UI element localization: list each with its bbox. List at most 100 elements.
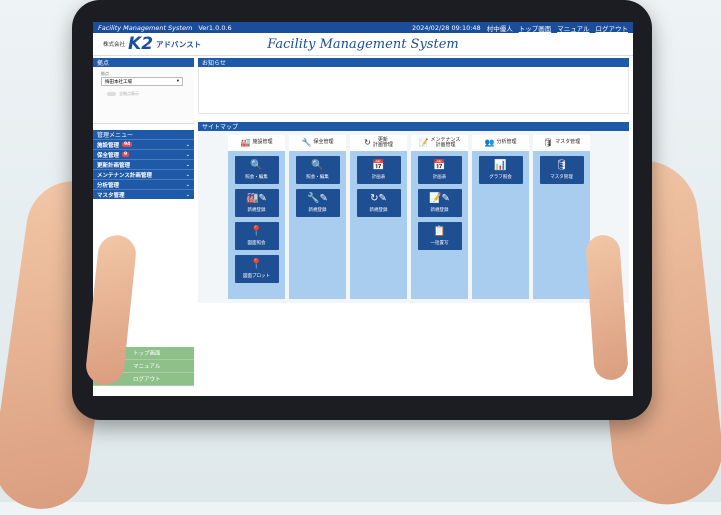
tile-label: 照会・編集: [306, 174, 329, 180]
factory-edit-icon: 🏭✎: [246, 192, 267, 204]
tile-label: 図面プロット: [243, 273, 270, 279]
menu-item-facility[interactable]: 施設管理 94 ⌄: [93, 139, 194, 149]
notice-header: お知らせ: [198, 58, 629, 67]
all-base-toggle[interactable]: 全拠点表示: [101, 91, 186, 97]
wrench-edit-icon: 🔧✎: [307, 192, 328, 204]
menu-item-master[interactable]: マスタ管理 ⌄: [93, 189, 194, 199]
tile-label: 新規登録: [308, 207, 327, 213]
calendar-icon: 📅: [433, 159, 446, 171]
column-header: 🏭 施設管理: [228, 135, 285, 151]
menu-item-analysis[interactable]: 分析管理 ⌄: [93, 179, 194, 189]
tile-master[interactable]: 🛢 マスタ管理: [539, 156, 584, 184]
tile-label: 照会・編集: [245, 174, 268, 180]
refresh-icon: ↻: [364, 137, 371, 147]
sitemap-column-maintenance: 🔧 保全管理 🔍 照会・編集 🔧✎ 新規登録: [289, 135, 346, 299]
column-title: マスタ管理: [555, 139, 581, 146]
count-badge: 9: [122, 152, 130, 157]
checklist-edit-icon: 📝✎: [429, 192, 450, 204]
map-pin-icon: 📍: [250, 225, 263, 237]
tile-renewal-plan-new[interactable]: ↻✎ 新規登録: [356, 189, 401, 217]
column-title: メンテナンス 計画管理: [430, 136, 461, 148]
chevron-down-icon: ⌄: [185, 151, 190, 158]
page-header: 株式会社 K2 アドバンスト Facility Management Syste…: [93, 33, 633, 56]
tile-maintenance-new[interactable]: 🔧✎ 新規登録: [295, 189, 340, 217]
column-title: 施設管理: [252, 139, 273, 146]
column-title: 保全管理: [313, 139, 334, 146]
column-header: 📝 メンテナンス 計画管理: [411, 135, 468, 151]
tile-label: 新規登録: [369, 207, 388, 213]
tile-renewal-plan-table[interactable]: 📅 計画表: [356, 156, 401, 184]
sitemap-column-facility: 🏭 施設管理 🔍 照会・編集 🏭✎ 新規登録 📍 図面照会 📍 図面プロット: [228, 135, 285, 299]
column-header: 🔧 保全管理: [289, 135, 346, 151]
tile-label: グラフ照会: [489, 174, 512, 180]
sitemap-panel: 🏭 施設管理 🔍 照会・編集 🏭✎ 新規登録 📍 図面照会 📍 図面プロット 🔧 保全管…: [198, 131, 629, 303]
menu-header: 管理メニュー: [93, 130, 194, 139]
factory-icon: 🏭: [240, 137, 251, 147]
column-header: ↻ 更新 計画管理: [350, 135, 407, 151]
sitemap-column-maintenance-plan: 📝 メンテナンス 計画管理 📅 計画表 📝✎ 新規登録 📋 一括置写: [411, 135, 468, 299]
analysis-icon: 👥: [484, 137, 495, 147]
menu-item-maintenance-plan[interactable]: メンテナンス計画管理 ⌄: [93, 169, 194, 179]
tile-maint-plan-copy[interactable]: 📋 一括置写: [417, 222, 462, 250]
sitemap-header: サイトマップ: [198, 122, 629, 131]
tile-maint-plan-new[interactable]: 📝✎ 新規登録: [417, 189, 462, 217]
toggle-label: 全拠点表示: [119, 91, 139, 96]
bar-chart-icon: 📊: [494, 159, 507, 171]
toggle-switch[interactable]: [107, 92, 116, 96]
tile-facility-new[interactable]: 🏭✎ 新規登録: [234, 189, 279, 217]
tile-label: 図面照会: [247, 240, 266, 246]
version-label: Ver1.0.0.6: [198, 23, 232, 32]
chevron-down-icon: ⌄: [185, 161, 190, 168]
copy-icon: 📋: [433, 225, 446, 237]
menu-item-label: 更新計画管理: [97, 162, 131, 169]
notice-panel: [198, 67, 629, 114]
column-header: 🛢 マスタ管理: [533, 135, 590, 151]
tile-label: 新規登録: [430, 207, 449, 213]
top-link-manual[interactable]: マニュアル: [557, 23, 589, 33]
menu-item-maintenance[interactable]: 保全管理 9 ⌄: [93, 149, 194, 159]
top-link-logout[interactable]: ログアウト: [596, 23, 629, 33]
tile-label: 一括置写: [430, 240, 449, 246]
sitemap-column-analysis: 👥 分析管理 📊 グラフ照会: [472, 135, 529, 299]
base-select-value: 梅田本社工場: [105, 79, 132, 85]
chevron-down-icon: ⌄: [185, 181, 190, 188]
menu-item-label: 分析管理: [97, 182, 120, 189]
wrench-icon: 🔧: [301, 137, 312, 147]
top-bar: Facility Management System Ver1.0.0.6 20…: [93, 22, 633, 33]
tile-maint-plan-table[interactable]: 📅 計画表: [417, 156, 462, 184]
menu-item-label: マスタ管理: [97, 192, 125, 199]
chevron-down-icon: ▾: [176, 79, 179, 84]
tile-maintenance-search[interactable]: 🔍 照会・編集: [295, 156, 340, 184]
chevron-down-icon: ⌄: [185, 141, 190, 148]
user-name: 村中優人: [486, 24, 513, 33]
menu-item-renewal-plan[interactable]: 更新計画管理 ⌄: [93, 159, 194, 169]
search-icon: 🔍: [250, 159, 263, 171]
chevron-down-icon: ⌄: [185, 171, 190, 178]
app-screen: Facility Management System Ver1.0.0.6 20…: [93, 22, 633, 396]
chevron-down-icon: ⌄: [185, 191, 190, 198]
column-title: 更新 計画管理: [372, 136, 393, 148]
tile-label: マスタ管理: [550, 174, 573, 180]
database-icon: 🛢: [542, 137, 554, 147]
base-panel: 拠点 梅田本社工場 ▾ 全拠点表示: [93, 67, 194, 124]
tile-label: 計画表: [432, 174, 447, 180]
tile-facility-search[interactable]: 🔍 照会・編集: [234, 156, 279, 184]
tile-graph-view[interactable]: 📊 グラフ照会: [478, 156, 523, 184]
tile-drawing-view[interactable]: 📍 図面照会: [234, 222, 279, 250]
tile-label: 計画表: [371, 174, 386, 180]
menu-item-label: 保全管理: [97, 152, 120, 159]
column-title: 分析管理: [496, 139, 517, 146]
menu-item-label: メンテナンス計画管理: [97, 172, 152, 179]
checklist-icon: 📝: [418, 137, 429, 147]
top-link-home[interactable]: トップ画面: [519, 23, 552, 33]
refresh-edit-icon: ↻✎: [370, 192, 387, 204]
menu-item-label: 施設管理: [97, 142, 120, 149]
system-title: Facility Management System: [267, 36, 459, 52]
calendar-icon: 📅: [372, 159, 385, 171]
tile-drawing-plot[interactable]: 📍 図面プロット: [234, 255, 279, 283]
count-badge: 94: [122, 142, 133, 147]
base-header: 拠点: [93, 58, 194, 67]
column-header: 👥 分析管理: [472, 135, 529, 151]
app-title: Facility Management System: [98, 23, 193, 32]
base-select[interactable]: 梅田本社工場 ▾: [101, 77, 183, 86]
